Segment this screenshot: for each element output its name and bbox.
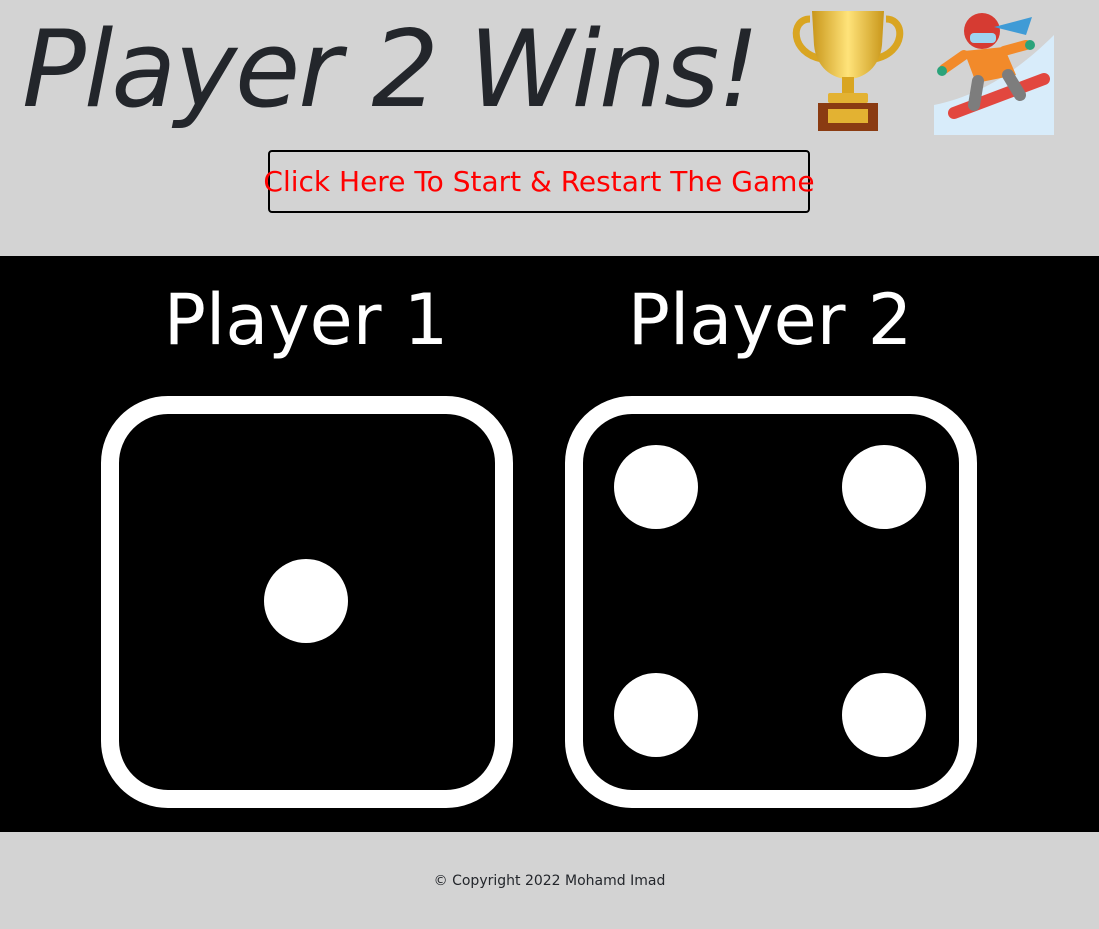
trophy-icon bbox=[792, 11, 903, 131]
player-2-dice bbox=[565, 396, 977, 808]
dice-pip bbox=[842, 445, 926, 529]
player-2-name: Player 2 bbox=[627, 279, 913, 361]
dice-pip bbox=[842, 673, 926, 757]
snowboarder-icon bbox=[933, 13, 1054, 135]
dice-pip bbox=[614, 445, 698, 529]
game-board: Player 1 Player 2 bbox=[0, 256, 1099, 832]
dice-pips bbox=[264, 559, 348, 643]
start-restart-button[interactable]: Click Here To Start & Restart The Game bbox=[263, 150, 815, 213]
player-1-name: Player 1 bbox=[163, 279, 449, 361]
header: Player 2 Wins! Click Here To Start & Res… bbox=[0, 0, 1099, 256]
dice-pips bbox=[614, 445, 926, 757]
copyright-text: © Copyright 2022 Mohamd Imad bbox=[433, 872, 666, 889]
footer: © Copyright 2022 Mohamd Imad bbox=[0, 832, 1099, 929]
page-title: Player 2 Wins! bbox=[22, 8, 760, 131]
dice-pip bbox=[264, 559, 348, 643]
dice-pip bbox=[614, 673, 698, 757]
title-row: Player 2 Wins! bbox=[22, 0, 1054, 140]
player-1-dice bbox=[101, 396, 513, 808]
